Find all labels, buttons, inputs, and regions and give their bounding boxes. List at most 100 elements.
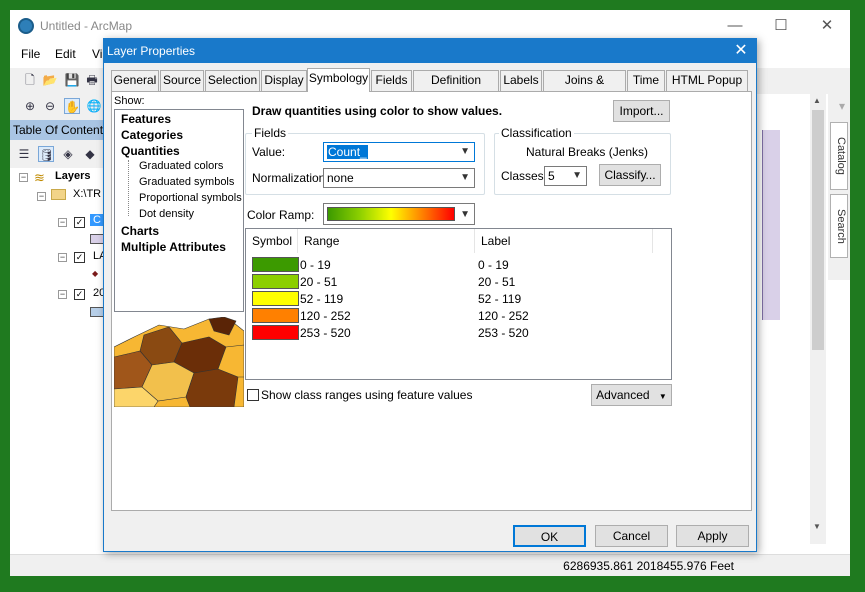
collapse-layers-icon[interactable]: − [19, 173, 28, 182]
class-symbol-swatch[interactable] [252, 274, 299, 289]
normalization-selected: none [327, 171, 354, 185]
tab-general[interactable]: General [111, 70, 159, 91]
class-row[interactable]: 120 - 252 120 - 252 [246, 307, 671, 324]
show-item-categories[interactable]: Categories [121, 128, 183, 142]
show-item-proportional-symbols[interactable]: Proportional symbols [139, 192, 242, 204]
show-item-features[interactable]: Features [121, 112, 171, 126]
app-title: Untitled - ArcMap [40, 19, 133, 33]
classify-button[interactable]: Classify... [599, 164, 661, 186]
show-item-dot-density[interactable]: Dot density [139, 208, 194, 220]
header-symbol[interactable]: Symbol [246, 229, 298, 253]
class-range[interactable]: 52 - 119 [300, 292, 343, 306]
classes-select[interactable]: 5 ▼ [544, 166, 587, 186]
class-symbol-swatch[interactable] [252, 257, 299, 272]
list-by-drawing-order-icon[interactable]: ☰ [16, 146, 32, 162]
tab-source[interactable]: Source [160, 70, 204, 91]
layer-3-checkbox[interactable]: ✓ [74, 289, 85, 300]
show-item-graduated-colors[interactable]: Graduated colors [139, 160, 223, 172]
print-icon[interactable]: 🖶 [84, 72, 100, 88]
show-item-multiple-attributes[interactable]: Multiple Attributes [121, 240, 226, 254]
show-label: Show: [114, 95, 145, 107]
full-extent-globe-icon[interactable]: 🌐 [86, 98, 102, 114]
apply-button[interactable]: Apply [676, 525, 749, 547]
scroll-up-icon[interactable]: ▲ [813, 96, 821, 105]
close-app-button[interactable]: ✕ [804, 10, 850, 42]
tab-time[interactable]: Time [627, 70, 665, 91]
open-folder-icon[interactable]: 📂 [42, 72, 58, 88]
value-field-select[interactable]: Count_ ▼ [323, 142, 475, 162]
pan-hand-icon[interactable]: ✋ [64, 98, 80, 114]
menu-edit[interactable]: Edit [55, 47, 76, 61]
maximize-button[interactable]: ☐ [758, 10, 804, 42]
list-by-selection-icon[interactable]: ◆ [82, 146, 98, 162]
layout-extra-icon[interactable]: ▾ [834, 98, 850, 114]
show-class-ranges-checkbox[interactable] [247, 389, 259, 401]
normalization-select[interactable]: none ▼ [323, 168, 475, 188]
dialog-titlebar: Layer Properties ✕ [104, 39, 756, 63]
tab-definition-query[interactable]: Definition Query [413, 70, 499, 106]
dialog-footer: OK Cancel Apply [104, 519, 756, 552]
header-range[interactable]: Range [298, 229, 475, 253]
value-label: Value: [252, 145, 286, 159]
class-label[interactable]: 0 - 19 [478, 258, 509, 272]
toc-layer-1-label[interactable]: C [90, 214, 104, 226]
dialog-close-icon[interactable]: ✕ [730, 40, 752, 62]
class-label[interactable]: 52 - 119 [478, 292, 521, 306]
toc-toolbar: ☰ 🛢 ◈ ◆ [10, 140, 110, 168]
coordinate-readout: 6286935.861 2018455.976 Feet [563, 559, 734, 573]
tab-selection[interactable]: Selection [205, 70, 260, 91]
advanced-button[interactable]: Advanced ▼ [591, 384, 672, 406]
tab-labels[interactable]: Labels [500, 70, 542, 91]
class-row[interactable]: 253 - 520 253 - 520 [246, 324, 671, 341]
tab-fields[interactable]: Fields [371, 70, 412, 91]
show-item-graduated-symbols[interactable]: Graduated symbols [139, 176, 234, 188]
zoom-in-icon[interactable]: ⊕ [22, 98, 38, 114]
show-item-charts[interactable]: Charts [121, 224, 159, 238]
color-ramp-select[interactable]: ▼ [323, 203, 475, 225]
map-scroll-thumb[interactable] [812, 110, 824, 350]
value-field-selected: Count_ [327, 145, 368, 159]
new-document-icon[interactable]: 🗋 [22, 72, 38, 88]
tab-display[interactable]: Display [261, 70, 307, 91]
ok-button[interactable]: OK [513, 525, 586, 547]
class-row[interactable]: 0 - 19 0 - 19 [246, 256, 671, 273]
toc-root-label[interactable]: Layers [55, 170, 90, 182]
save-icon[interactable]: 💾 [64, 72, 80, 88]
class-symbol-swatch[interactable] [252, 308, 299, 323]
cancel-button[interactable]: Cancel [595, 525, 668, 547]
collapse-layer-2-icon[interactable]: − [58, 253, 67, 262]
collapse-layer-1-icon[interactable]: − [58, 218, 67, 227]
class-label[interactable]: 20 - 51 [478, 275, 515, 289]
show-item-quantities[interactable]: Quantities [121, 144, 180, 158]
collapse-layer-3-icon[interactable]: − [58, 290, 67, 299]
class-label[interactable]: 120 - 252 [478, 309, 529, 323]
zoom-out-icon[interactable]: ⊖ [42, 98, 58, 114]
catalog-tab[interactable]: Catalog [830, 122, 848, 190]
layer-1-checkbox[interactable]: ✓ [74, 217, 85, 228]
class-range[interactable]: 20 - 51 [300, 275, 337, 289]
class-symbol-swatch[interactable] [252, 291, 299, 306]
show-class-ranges-label: Show class ranges using feature values [261, 388, 473, 402]
class-row[interactable]: 52 - 119 52 - 119 [246, 290, 671, 307]
search-tab[interactable]: Search [830, 194, 848, 258]
class-range[interactable]: 120 - 252 [300, 309, 351, 323]
import-button[interactable]: Import... [613, 100, 670, 122]
list-by-visibility-icon[interactable]: ◈ [60, 146, 76, 162]
menu-view[interactable]: Vi [92, 47, 102, 61]
layer-2-checkbox[interactable]: ✓ [74, 252, 85, 263]
tab-joins-relates[interactable]: Joins & Relates [543, 70, 626, 106]
class-range[interactable]: 0 - 19 [300, 258, 331, 272]
menu-file[interactable]: File [21, 47, 40, 61]
class-label[interactable]: 253 - 520 [478, 326, 529, 340]
list-by-source-icon[interactable]: 🛢 [38, 146, 54, 162]
class-row[interactable]: 20 - 51 20 - 51 [246, 273, 671, 290]
tab-html-popup[interactable]: HTML Popup [666, 70, 748, 91]
toc-folder-label[interactable]: X:\TR [73, 188, 101, 200]
tab-symbology[interactable]: Symbology [307, 68, 370, 92]
class-range[interactable]: 253 - 520 [300, 326, 351, 340]
class-symbol-swatch[interactable] [252, 325, 299, 340]
collapse-folder-icon[interactable]: − [37, 192, 46, 201]
scroll-down-icon[interactable]: ▼ [813, 522, 821, 531]
header-label[interactable]: Label [475, 229, 653, 253]
chevron-down-icon: ▼ [572, 170, 582, 181]
